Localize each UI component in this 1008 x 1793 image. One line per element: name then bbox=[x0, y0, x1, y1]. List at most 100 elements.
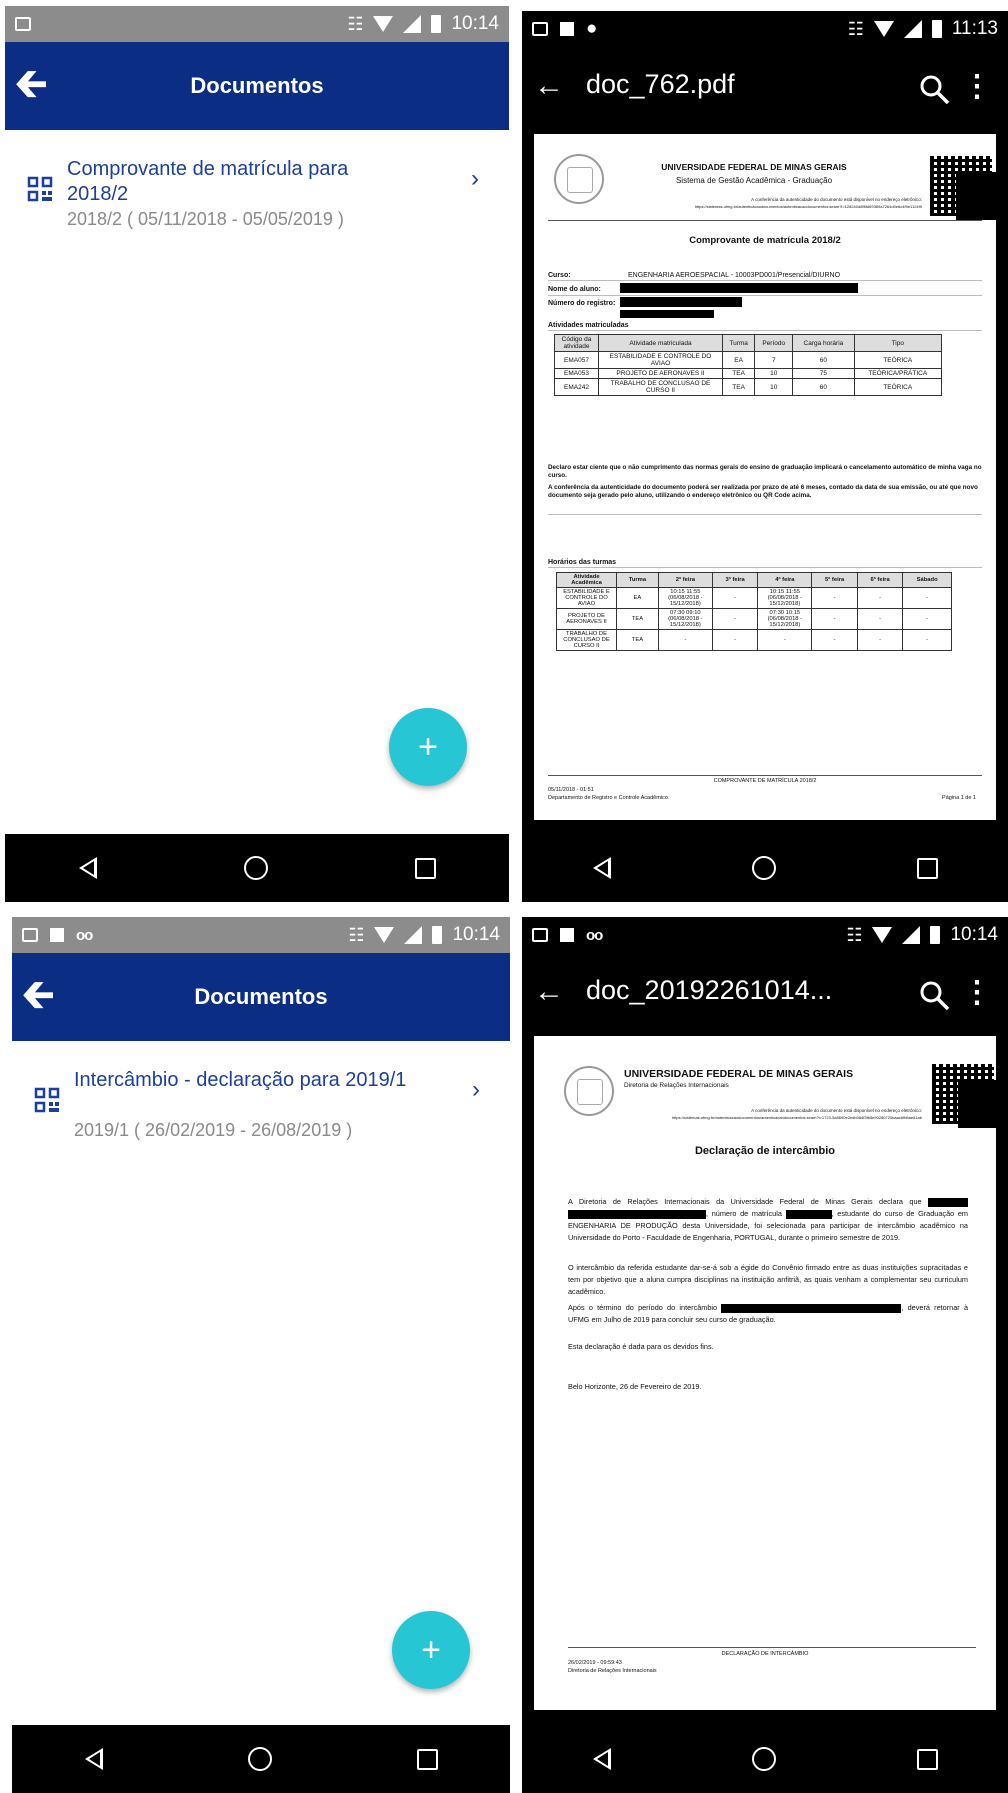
column-header: 3ª feira bbox=[711, 572, 759, 588]
column-header: Código da atividade bbox=[554, 334, 599, 352]
nav-home-icon[interactable] bbox=[243, 856, 268, 880]
system-name: Sistema de Gestão Acadêmica - Graduação bbox=[675, 176, 833, 185]
nav-home-icon[interactable] bbox=[247, 1747, 272, 1771]
voicemail-icon: oo bbox=[76, 926, 93, 944]
paragraph-text: , número de matrícula bbox=[706, 1209, 782, 1218]
footer-date: 26/02/2019 - 09:59:43 bbox=[568, 1660, 622, 1666]
table-row: EMA053 PROJETO DE AERONAVES II TEA 10 75… bbox=[554, 368, 943, 379]
divider bbox=[548, 514, 982, 515]
table-cell: - bbox=[657, 629, 713, 651]
more-vert-icon[interactable]: ⋮ bbox=[962, 69, 992, 104]
table-cell: EA bbox=[616, 587, 659, 609]
back-arrow-icon[interactable]: ← bbox=[534, 975, 564, 1009]
search-icon[interactable] bbox=[916, 71, 952, 107]
table-cell: ESTABILIDADE E CONTROLE DO AVIAO bbox=[556, 587, 617, 609]
search-icon[interactable] bbox=[916, 977, 952, 1013]
list-item[interactable]: Comprovante de matrícula para 2018/2 201… bbox=[5, 151, 509, 241]
vibrate-icon: ☷ bbox=[847, 18, 864, 39]
horarios-table: Atividade Acadêmica Turma 2ª feira 3ª fe… bbox=[556, 572, 952, 651]
table-row: EMA057 ESTABILIDADE E CONTROLE DO AVIAO … bbox=[554, 351, 943, 369]
paragraph-3: Após o término do período do intercâmbio… bbox=[568, 1302, 968, 1326]
table-cell: 07:30 09:10 (06/08/2018 - 15/12/2018) bbox=[657, 608, 713, 630]
add-icon[interactable]: + bbox=[389, 708, 467, 786]
table-cell: TEA bbox=[616, 629, 659, 651]
table-cell: - bbox=[902, 629, 952, 651]
nome-label: Nome do aluno: bbox=[548, 286, 601, 293]
auth-url: https://sistemas.ufmg.br/autenticacaodoc… bbox=[671, 1115, 922, 1120]
file-name: doc_20192261014... bbox=[586, 975, 833, 1005]
status-time: 11:13 bbox=[951, 18, 998, 39]
divider bbox=[548, 280, 982, 281]
screen-documentos-2: oo ☷ 10:14 🡰 Documentos Intercâmbio - de… bbox=[12, 917, 510, 1793]
status-bar: ● ☷ 11:13 bbox=[522, 11, 1008, 47]
divider bbox=[548, 295, 982, 296]
nav-recents-icon[interactable] bbox=[916, 1748, 938, 1770]
paragraph-4: Esta declaração é dada para os devidos f… bbox=[568, 1342, 714, 1351]
column-header: Turma bbox=[616, 572, 659, 588]
status-bar: oo ☷ 10:14 bbox=[12, 917, 510, 953]
status-bar: oo ☷ 10:14 bbox=[522, 917, 1008, 953]
signal-icon bbox=[902, 926, 921, 944]
nav-recents-icon[interactable] bbox=[414, 857, 436, 879]
vibrate-icon: ☷ bbox=[347, 13, 364, 34]
nav-recents-icon[interactable] bbox=[416, 1748, 438, 1770]
screen-documentos-1: ☷ 10:14 🡰 Documentos Comprovante de matr… bbox=[5, 6, 509, 902]
table-row: TRABALHO DE CONCLUSAO DE CURSO II TEA - … bbox=[556, 629, 952, 651]
wifi-icon bbox=[374, 927, 395, 943]
more-vert-icon[interactable]: ⋮ bbox=[962, 975, 992, 1010]
vibrate-icon: ☷ bbox=[846, 924, 863, 945]
nav-recents-icon[interactable] bbox=[916, 857, 938, 879]
divider bbox=[548, 330, 982, 331]
column-header: 4ª feira bbox=[757, 572, 813, 588]
table-cell: - bbox=[856, 587, 904, 609]
page-title: Documentos bbox=[194, 984, 328, 1009]
image-notification-icon bbox=[532, 928, 548, 942]
table-cell: 10 bbox=[754, 368, 794, 379]
android-icon: ● bbox=[586, 18, 598, 39]
back-arrow-icon[interactable]: ← bbox=[534, 69, 564, 103]
column-header: Tipo bbox=[853, 334, 943, 352]
footer-title: DECLARAÇÃO DE INTERCÂMBIO bbox=[721, 1651, 809, 1657]
nav-back-icon[interactable] bbox=[78, 857, 97, 879]
divider bbox=[548, 567, 982, 568]
list-item[interactable]: Intercâmbio - declaração para 2019/1 201… bbox=[12, 1062, 510, 1152]
table-header-row: Código da atividade Atividade matriculad… bbox=[554, 334, 943, 352]
table-cell: - bbox=[711, 587, 759, 609]
column-header: Período bbox=[754, 334, 794, 352]
nav-back-icon[interactable] bbox=[84, 1748, 103, 1770]
add-icon[interactable]: + bbox=[392, 1611, 470, 1689]
system-nav-bar bbox=[522, 1725, 1008, 1793]
paragraph-1: A Diretoria de Relações Internacionais d… bbox=[568, 1196, 968, 1244]
nav-home-icon[interactable] bbox=[751, 856, 776, 880]
nav-back-icon[interactable] bbox=[592, 857, 611, 879]
table-cell: - bbox=[711, 608, 759, 630]
atividades-table: Código da atividade Atividade matriculad… bbox=[554, 334, 943, 396]
nav-back-icon[interactable] bbox=[592, 1748, 611, 1770]
column-header: Carga horária bbox=[792, 334, 855, 352]
battery-charging-icon bbox=[931, 20, 942, 38]
nav-home-icon[interactable] bbox=[751, 1747, 776, 1771]
paragraph-text: Após o término do período do intercâmbio bbox=[568, 1303, 718, 1312]
paragraph-text: A Diretoria de Relações Internacionais d… bbox=[568, 1197, 922, 1206]
redaction bbox=[568, 1209, 706, 1219]
table-cell: - bbox=[811, 608, 858, 630]
table-cell: - bbox=[856, 608, 904, 630]
declaro-text: Declaro estar ciente que o não cumprimen… bbox=[548, 464, 982, 479]
chevron-right-icon: › bbox=[471, 165, 479, 192]
qr-code-icon bbox=[34, 1087, 60, 1113]
auth-url: https://sistemas.ufmg.br/autenticacaodoc… bbox=[694, 204, 922, 209]
footer-date: 05/11/2018 - 01:51 bbox=[548, 787, 594, 793]
battery-icon bbox=[432, 926, 443, 944]
paragraph-5: Belo Horizonte, 26 de Fevereiro de 2019. bbox=[568, 1382, 702, 1391]
pdf-page: UNIVERSIDADE FEDERAL DE MINAS GERAIS Dir… bbox=[534, 1036, 996, 1710]
footer-page: Página 1 de 1 bbox=[942, 795, 976, 801]
table-cell: EMA057 bbox=[554, 351, 599, 369]
divider bbox=[568, 1647, 976, 1648]
status-time: 10:14 bbox=[452, 924, 500, 945]
table-cell: 60 bbox=[792, 378, 855, 396]
status-bar: ☷ 10:14 bbox=[5, 6, 509, 42]
paragraph-2: O intercâmbio da referida estudante dar-… bbox=[568, 1263, 968, 1296]
document-period: 2018/2 ( 05/11/2018 - 05/05/2019 ) bbox=[67, 209, 344, 229]
table-cell: TEÓRICA bbox=[853, 378, 943, 396]
system-nav-bar bbox=[5, 834, 509, 902]
